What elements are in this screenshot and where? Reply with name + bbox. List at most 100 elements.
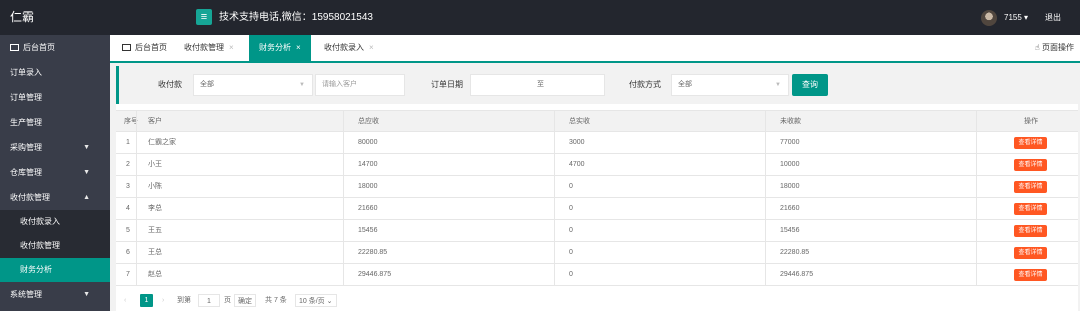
pagination: ‹ 1 › 到第 1 页 确定 共 7 条 10 条/页 ⌄: [116, 289, 1078, 311]
close-icon[interactable]: ×: [296, 43, 301, 52]
sidebar-item-purchase[interactable]: 采购管理 ▼: [0, 135, 110, 160]
column-divider: [765, 176, 766, 197]
tab-label: 收付款管理: [184, 43, 224, 52]
user-menu[interactable]: 7155 ▾: [1004, 0, 1028, 35]
sidebar-item-label: 订单录入: [10, 68, 42, 77]
table-cell: 王五: [148, 227, 162, 234]
column-divider: [136, 242, 137, 263]
sidebar-subitem-payment-manage[interactable]: 收付款管理: [0, 234, 110, 258]
view-details-button[interactable]: 查看详情: [1014, 137, 1047, 149]
total-count: 共 7 条: [265, 297, 287, 304]
page-current[interactable]: 1: [140, 294, 153, 307]
table-row: 5 王五 15456 0 15456 查看详情: [116, 220, 1078, 242]
tab-payment-entry[interactable]: 收付款录入 ×: [318, 35, 380, 61]
table-cell: 10000: [780, 161, 800, 168]
view-details-button[interactable]: 查看详情: [1014, 225, 1047, 237]
column-divider: [554, 132, 555, 153]
type-select[interactable]: 全部 ▼: [193, 74, 313, 96]
column-divider: [976, 198, 977, 219]
tab-home[interactable]: 后台首页: [118, 35, 171, 61]
column-header[interactable]: 总应收: [358, 111, 379, 131]
customer-input[interactable]: 请输入客户: [315, 74, 405, 96]
view-details-button[interactable]: 查看详情: [1014, 159, 1047, 171]
table-row: 3 小陈 18000 0 18000 查看详情: [116, 176, 1078, 198]
tab-payment-manage[interactable]: 收付款管理 ×: [178, 35, 240, 61]
table-cell: 15456: [780, 227, 800, 234]
next-page-icon[interactable]: ›: [162, 294, 164, 307]
sidebar-item-warehouse[interactable]: 仓库管理 ▼: [0, 160, 110, 185]
column-divider: [554, 111, 555, 131]
column-divider: [765, 220, 766, 241]
column-header[interactable]: 未收款: [780, 111, 801, 131]
table-cell: 21660: [358, 205, 378, 212]
sidebar-item-production[interactable]: 生产管理: [0, 110, 110, 135]
table-cell: 0: [569, 205, 573, 212]
table-cell: 22280.85: [780, 249, 810, 256]
column-divider: [976, 176, 977, 197]
view-details-button[interactable]: 查看详情: [1014, 269, 1047, 281]
table-cell: 14700: [358, 161, 378, 168]
column-divider: [765, 111, 766, 131]
sidebar-item-payments[interactable]: 收付款管理 ▲: [0, 185, 110, 210]
close-icon[interactable]: ×: [229, 43, 234, 52]
column-header[interactable]: 客户: [148, 111, 162, 131]
page-operations-menu[interactable]: ☝ 页面操作: [1035, 35, 1074, 61]
tab-bar: 后台首页 收付款管理 × 财务分析 × 收付款录入 × ☝ 页面操作: [110, 35, 1080, 63]
view-details-button[interactable]: 查看详情: [1014, 181, 1047, 193]
view-details-button[interactable]: 查看详情: [1014, 203, 1047, 215]
table-cell: 4700: [569, 161, 585, 168]
column-divider: [343, 176, 344, 197]
column-divider: [765, 242, 766, 263]
table-row: 7 赵总 29446.875 0 29446.875 查看详情: [116, 264, 1078, 286]
pay-method-select[interactable]: 全部 ▼: [671, 74, 789, 96]
column-header[interactable]: 总实收: [569, 111, 590, 131]
sidebar-item-order-manage[interactable]: 订单管理: [0, 85, 110, 110]
sidebar-subitem-payment-entry[interactable]: 收付款录入: [0, 210, 110, 234]
column-divider: [554, 198, 555, 219]
table-cell: 0: [569, 227, 573, 234]
table-cell: 21660: [780, 205, 800, 212]
column-divider: [765, 264, 766, 285]
goto-page-input[interactable]: 1: [198, 294, 220, 307]
table-cell: 仁霸之家: [148, 139, 176, 146]
sidebar: 后台首页 订单录入 订单管理 生产管理 采购管理 ▼ 仓库管理 ▼ 收付款管理 …: [0, 35, 110, 311]
table-cell: 0: [569, 271, 573, 278]
sidebar-item-order-entry[interactable]: 订单录入: [0, 60, 110, 85]
tab-finance-analysis[interactable]: 财务分析 ×: [249, 35, 311, 61]
table-cell: 1: [126, 139, 130, 146]
column-divider: [136, 264, 137, 285]
page-unit-label: 页: [224, 297, 231, 304]
support-contact: 技术支持电话,微信：15958021543: [219, 12, 373, 23]
column-header[interactable]: 操作: [1024, 111, 1038, 131]
prev-page-icon[interactable]: ‹: [124, 294, 126, 307]
chevron-down-icon: ▼: [299, 82, 305, 88]
caret-up-icon: ▲: [83, 194, 90, 201]
close-icon[interactable]: ×: [369, 43, 374, 52]
query-button[interactable]: 查询: [792, 74, 828, 96]
column-divider: [765, 154, 766, 175]
date-range-input[interactable]: 至: [470, 74, 605, 96]
table-cell: 4: [126, 205, 130, 212]
table-cell: 赵总: [148, 271, 162, 278]
menu-toggle-icon[interactable]: ≡: [196, 9, 212, 25]
table-cell: 5: [126, 227, 130, 234]
order-date-label: 订单日期: [431, 80, 463, 89]
logout-link[interactable]: 退出: [1045, 0, 1061, 35]
page-size-select[interactable]: 10 条/页 ⌄: [295, 294, 337, 307]
sidebar-item-system[interactable]: 系统管理 ▼: [0, 282, 110, 307]
column-divider: [343, 111, 344, 131]
table-cell: 77000: [780, 139, 800, 146]
sidebar-subitem-finance-analysis[interactable]: 财务分析: [0, 258, 110, 282]
column-divider: [343, 132, 344, 153]
column-divider: [976, 154, 977, 175]
caret-down-icon: ▼: [83, 169, 90, 176]
sidebar-item-label: 采购管理: [10, 143, 42, 152]
user-avatar[interactable]: [981, 10, 997, 26]
column-divider: [976, 111, 977, 131]
view-details-button[interactable]: 查看详情: [1014, 247, 1047, 259]
top-header: 仁霸 ≡ 技术支持电话,微信：15958021543 7155 ▾ 退出: [0, 0, 1080, 35]
table-row: 1 仁霸之家 80000 3000 77000 查看详情: [116, 132, 1078, 154]
table-row: 2 小王 14700 4700 10000 查看详情: [116, 154, 1078, 176]
sidebar-item-home[interactable]: 后台首页: [0, 35, 110, 60]
goto-confirm-button[interactable]: 确定: [234, 294, 256, 307]
